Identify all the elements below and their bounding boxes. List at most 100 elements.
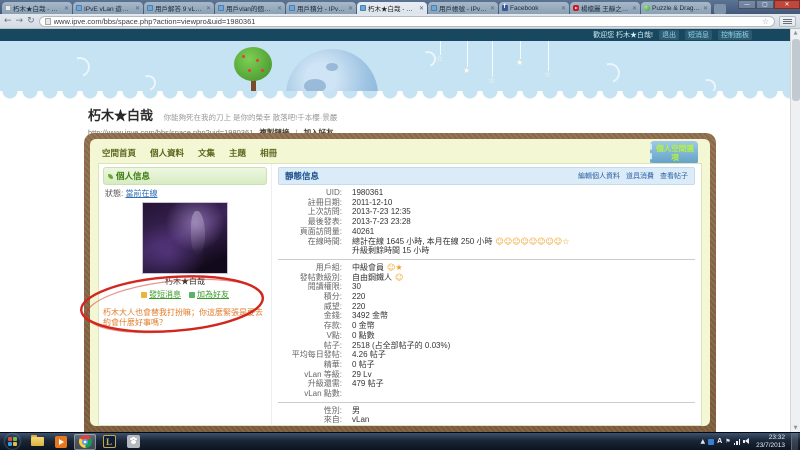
- browser-tab[interactable]: 楊檔麗 王靜之 - 王靜...✕: [570, 2, 640, 14]
- nav-threads[interactable]: 主題: [229, 147, 246, 159]
- taskbar-explorer-button[interactable]: [26, 434, 48, 450]
- browser-tab[interactable]: 朽木★白哉 - 圖片·卡...✕: [2, 2, 72, 14]
- table-row: 金錢:3492 金幣: [278, 311, 695, 321]
- browser-tab-active[interactable]: 朽木★白哉 - Powere...✕: [357, 2, 427, 14]
- tab-favicon: [147, 5, 153, 11]
- tab-title: 朽木★白哉 - 圖片·卡...: [13, 3, 62, 13]
- sidebar-title: 個人信息: [116, 170, 150, 182]
- browser-tab[interactable]: Facebook✕: [499, 2, 569, 14]
- table-row: 平均每日發帖:4.26 帖子: [278, 350, 695, 360]
- status-online-link[interactable]: 當前在線: [125, 189, 157, 198]
- logout-link[interactable]: 退出: [659, 30, 679, 40]
- profile-motto: 你能夠死在我的刀上 是你的榮幸 散落吧!千本櫻·景嚴: [163, 113, 337, 122]
- tab-close-icon[interactable]: ✕: [348, 5, 353, 12]
- edit-profile-link[interactable]: 編輯個人資料: [578, 171, 620, 181]
- tab-favicon: [218, 5, 224, 11]
- nav-profile[interactable]: 個人資料: [150, 147, 184, 159]
- table-row: 來自:vLan: [278, 415, 695, 425]
- taskbar-game-l-button[interactable]: L: [98, 434, 120, 450]
- chrome-menu-icon[interactable]: [779, 16, 796, 27]
- nav-albums[interactable]: 相冊: [260, 147, 277, 159]
- url-text[interactable]: www.ipve.com/bbs/space.php?action=viewpr…: [54, 17, 256, 26]
- tab-close-icon[interactable]: ✕: [206, 5, 211, 12]
- table-row: UID:1980361: [278, 188, 695, 198]
- tab-favicon: [76, 5, 82, 11]
- browser-tab[interactable]: 用戶解答 9 vLan - IPv...✕: [144, 2, 214, 14]
- tree-foliage: [234, 47, 272, 81]
- tab-close-icon[interactable]: ✕: [561, 5, 566, 12]
- add-friend-sidebar-link[interactable]: 加為好友: [189, 289, 229, 300]
- tab-title: IPvE vLan 遊戲平台(第...: [84, 3, 133, 13]
- maximize-button[interactable]: ▢: [756, 0, 774, 9]
- folder-icon: [31, 437, 44, 446]
- browser-tab[interactable]: 用戶積分 - IPvE vLan...✕: [286, 2, 356, 14]
- close-button[interactable]: ✕: [774, 0, 800, 9]
- back-icon[interactable]: ←: [4, 17, 12, 26]
- scrollbar-thumb[interactable]: [792, 39, 800, 101]
- taskbar-clock[interactable]: 23:32 23/7/2013: [756, 434, 785, 450]
- view-posts-link[interactable]: 查看帖子: [660, 171, 688, 181]
- send-message-link[interactable]: 發短消息: [141, 289, 181, 300]
- tab-close-icon[interactable]: ✕: [64, 5, 69, 12]
- page-scrollbar[interactable]: ▲ ▼: [790, 29, 800, 432]
- table-row: V點:0 點數: [278, 331, 695, 341]
- new-tab-button[interactable]: [714, 4, 726, 14]
- profile-username: 朽木★白哉: [88, 108, 153, 123]
- tab-close-icon[interactable]: ✕: [490, 5, 495, 12]
- tab-title: 楊檔麗 王靜之 - 王靜...: [581, 3, 630, 13]
- tray-app-icon[interactable]: [708, 439, 714, 445]
- status-label: 狀態:: [105, 189, 123, 198]
- show-desktop-button[interactable]: [791, 433, 798, 450]
- browser-tab[interactable]: 用戶帳號 - IPvE vLan...✕: [428, 2, 498, 14]
- table-row: 威望:220: [278, 302, 695, 312]
- table-row: 用戶組:中級會員☺★: [278, 263, 695, 273]
- start-button[interactable]: [5, 434, 20, 449]
- control-panel-link[interactable]: 控制面板: [718, 30, 752, 40]
- avatar-username: 朽木★白哉: [103, 276, 267, 287]
- forward-icon[interactable]: →: [16, 17, 24, 26]
- tab-close-icon[interactable]: ✕: [632, 5, 637, 12]
- props-link[interactable]: 道具消費: [626, 171, 654, 181]
- action-center-flag-icon[interactable]: ⚑: [725, 438, 730, 445]
- taskbar-chrome-button[interactable]: [74, 434, 96, 450]
- space-options-button[interactable]: 個人空間選項: [650, 141, 698, 165]
- minimize-button[interactable]: —: [738, 0, 756, 9]
- table-row: 頁面訪問量:40261: [278, 227, 695, 237]
- table-row: 在線時間:總計在線 1645 小時, 本月在線 250 小時☺☺☺☺☺☺☺☺☆: [278, 237, 695, 247]
- scroll-up-icon[interactable]: ▲: [791, 29, 800, 37]
- tab-close-icon[interactable]: ✕: [419, 5, 424, 12]
- message-icon: [141, 292, 147, 298]
- add-friend-icon: [189, 292, 195, 298]
- welcome-text: 歡迎您 朽木★白哉!: [593, 30, 653, 40]
- section-divider: [278, 402, 695, 403]
- browser-tab[interactable]: Puzzle & Dragons W...✕: [641, 2, 711, 14]
- table-row: 上次訪問:2013-7-23 12:35: [278, 207, 695, 217]
- refresh-icon[interactable]: ↻: [27, 17, 35, 26]
- hanging-star-ornament: ☆: [440, 41, 441, 55]
- volume-icon[interactable]: [743, 438, 750, 445]
- tab-close-icon[interactable]: ✕: [135, 5, 140, 12]
- tab-title: 用戶解答 9 vLan - IPv...: [155, 3, 204, 13]
- nav-space-home[interactable]: 空間首頁: [102, 147, 136, 159]
- chrome-icon: [79, 435, 92, 448]
- nav-collections[interactable]: 文集: [198, 147, 215, 159]
- address-bar[interactable]: www.ipve.com/bbs/space.php?action=viewpr…: [39, 16, 775, 27]
- scroll-down-icon[interactable]: ▼: [791, 424, 800, 432]
- taskbar-game-paw-button[interactable]: [122, 434, 144, 450]
- hidden-icons-chevron[interactable]: ▲: [701, 438, 706, 445]
- messages-link[interactable]: 短消息: [685, 30, 712, 40]
- tab-favicon: [431, 5, 437, 11]
- browser-tab[interactable]: 用戶vlan的個人資料...✕: [215, 2, 285, 14]
- hanging-star-ornament: ★: [467, 41, 468, 67]
- ime-indicator-icon[interactable]: A: [717, 438, 722, 445]
- network-icon[interactable]: [734, 439, 741, 445]
- browser-tab[interactable]: IPvE vLan 遊戲平台(第...✕: [73, 2, 143, 14]
- web-page: 歡迎您 朽木★白哉! 退出 短消息 控制面板 ☆ ★ ☆ ★ ☆: [0, 29, 800, 432]
- browser-toolbar: ← → ↻ www.ipve.com/bbs/space.php?action=…: [0, 14, 800, 29]
- taskbar-media-player-button[interactable]: [50, 434, 72, 450]
- main-header: 靜態信息 編輯個人資料 道具消費 查看帖子: [278, 167, 695, 185]
- leaf-icon: [108, 174, 113, 179]
- bookmark-star-icon[interactable]: ☆: [762, 17, 769, 26]
- tab-close-icon[interactable]: ✕: [277, 5, 282, 12]
- tab-close-icon[interactable]: ✕: [703, 5, 708, 12]
